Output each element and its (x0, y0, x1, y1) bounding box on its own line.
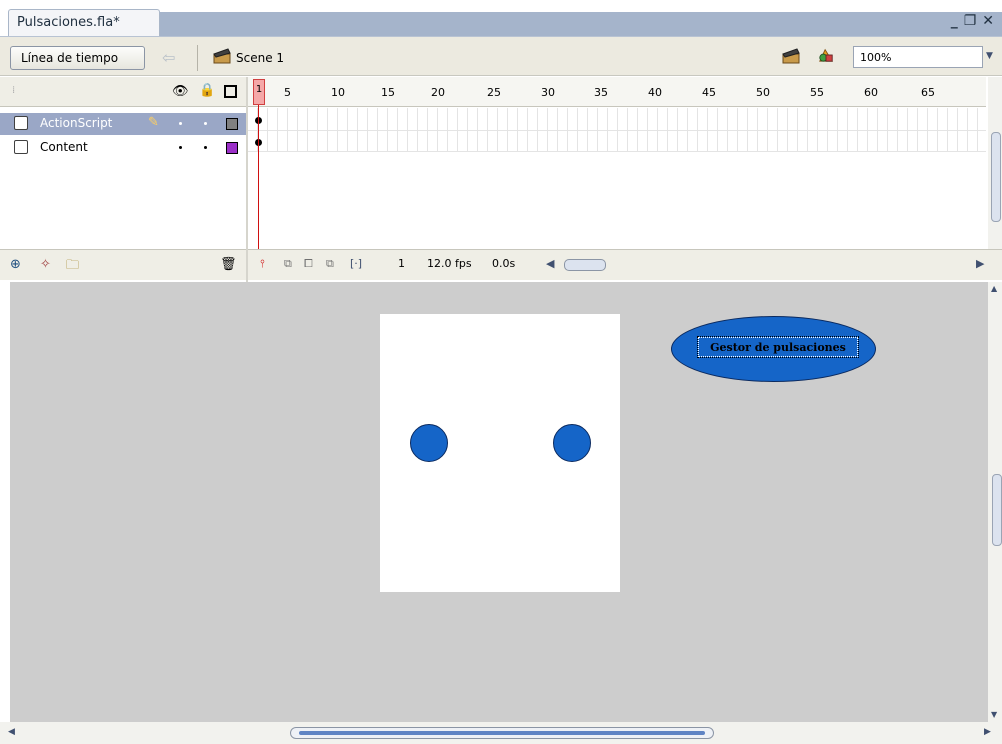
layer-icon (14, 116, 28, 130)
trash-icon[interactable]: 🗑 (220, 257, 237, 272)
toolbar-separator (197, 45, 198, 71)
back-arrow-icon[interactable]: ⇦ (162, 48, 175, 67)
tab-strip-bar (160, 12, 1002, 36)
scroll-right-icon[interactable]: ▶ (984, 727, 991, 737)
chevron-down-icon[interactable]: ▼ (986, 51, 993, 61)
timeline-toggle-label: Línea de tiempo (21, 51, 119, 65)
modify-markers-icon[interactable]: [·] (350, 257, 362, 270)
onion-skin-icon[interactable]: ⧉ (284, 257, 292, 271)
layer-color-swatch[interactable] (226, 142, 238, 154)
edit-symbols-icon[interactable] (816, 47, 836, 63)
visibility-dot[interactable] (179, 146, 182, 149)
frame-row-divider (248, 130, 986, 131)
visibility-dot[interactable] (179, 122, 182, 125)
center-frame-icon[interactable]: ⫯ (260, 257, 265, 271)
document-tab-strip: Pulsaciones.fla* _❐✕ (0, 0, 1002, 36)
lock-icon[interactable]: 🔒 (199, 83, 215, 98)
edit-bar: Línea de tiempo ⇦ Scene 1 100% ▼ (0, 36, 1002, 76)
scroll-down-icon[interactable]: ▼ (991, 710, 997, 719)
eye-icon[interactable]: 👁 (172, 84, 189, 99)
ruler-number: 20 (431, 86, 445, 99)
scroll-left-icon[interactable]: ◀ (546, 257, 554, 270)
frame-grid[interactable] (248, 108, 986, 152)
outline-icon[interactable] (224, 85, 237, 98)
ruler-number: 15 (381, 86, 395, 99)
layer-toolbar: ⊕ ✧ 🗀 🗑 (0, 249, 246, 280)
layer-name: Content (40, 140, 88, 154)
playhead-frame-number: 1 (255, 84, 263, 95)
onion-outlines-icon[interactable]: ⧠ (304, 257, 313, 271)
layer-header: ⁞ 👁 🔒 (0, 77, 246, 107)
timeline-scroll-thumb[interactable] (991, 132, 1001, 222)
ruler-number: 35 (594, 86, 608, 99)
ruler-number: 65 (921, 86, 935, 99)
add-layer-icon[interactable]: ⊕ (10, 257, 21, 272)
ruler-number: 30 (541, 86, 555, 99)
ruler-number: 5 (284, 86, 291, 99)
ruler-number: 45 (702, 86, 716, 99)
ruler-number: 25 (487, 86, 501, 99)
zoom-select[interactable]: 100% (853, 46, 983, 68)
right-circle[interactable] (553, 424, 591, 462)
restore-button[interactable]: ❐ (964, 13, 983, 29)
left-circle[interactable] (410, 424, 448, 462)
minimize-button[interactable]: _ (951, 13, 964, 29)
layer-icon (14, 140, 28, 154)
layer-color-swatch[interactable] (226, 118, 238, 130)
timeline-status-bar: ⫯ ⧉ ⧠ ⧉ [·] 1 12.0 fps 0.0s ◀ ▶ (248, 249, 1002, 280)
document-tab[interactable]: Pulsaciones.fla* (8, 9, 160, 36)
edit-multiple-frames-icon[interactable]: ⧉ (326, 257, 334, 271)
close-button[interactable]: ✕ (982, 13, 1000, 29)
add-motion-guide-icon[interactable]: ✧ (40, 257, 51, 272)
scene-label: Scene 1 (236, 51, 285, 65)
layer-name: ActionScript (40, 116, 113, 130)
elapsed-time: 0.0s (492, 257, 516, 270)
pencil-icon: ✎ (148, 115, 159, 130)
ruler-number: 40 (648, 86, 662, 99)
pulse-manager-label[interactable]: Gestor de pulsaciones (697, 336, 859, 358)
window-controls: _❐✕ (951, 13, 1000, 29)
current-frame: 1 (398, 257, 405, 270)
timeline-toggle-button[interactable]: Línea de tiempo (10, 46, 145, 70)
layer-row-actionscript[interactable]: ActionScript ✎ (0, 113, 246, 135)
grip-icon[interactable]: ⁞ (12, 85, 15, 96)
frame-row-divider (248, 151, 986, 152)
ruler-number: 60 (864, 86, 878, 99)
ruler-number: 55 (810, 86, 824, 99)
timeline-panel: ⁞ 👁 🔒 ActionScript ✎ Content ⊕ ✧ 🗀 🗑 5 1… (0, 77, 1002, 282)
ruler-number: 10 (331, 86, 345, 99)
frame-ruler[interactable]: 5 10 15 20 25 30 35 40 45 50 55 60 65 (248, 77, 986, 107)
lock-dot[interactable] (204, 122, 207, 125)
document-tab-title: Pulsaciones.fla* (17, 15, 120, 30)
scene-clapper-icon (213, 48, 231, 64)
playhead[interactable]: 1 (253, 79, 265, 105)
scroll-right-icon[interactable]: ▶ (976, 257, 984, 270)
add-folder-icon[interactable]: 🗀 (66, 256, 79, 278)
ruler-number: 50 (756, 86, 770, 99)
edit-scene-icon[interactable] (782, 48, 802, 64)
flash-ide-window: Pulsaciones.fla* _❐✕ Línea de tiempo ⇦ S… (0, 0, 1002, 744)
stage-vscroll-thumb[interactable] (992, 474, 1002, 546)
layer-row-content[interactable]: Content (0, 137, 246, 159)
playhead-line (258, 105, 259, 249)
zoom-value: 100% (860, 51, 892, 64)
frame-rate: 12.0 fps (427, 257, 472, 270)
stage-hscroll-thumb[interactable] (290, 727, 714, 739)
lock-dot[interactable] (204, 146, 207, 149)
scroll-up-icon[interactable]: ▲ (991, 284, 997, 293)
scroll-left-icon[interactable]: ◀ (8, 727, 15, 737)
timeline-hscroll-thumb[interactable] (564, 259, 606, 271)
